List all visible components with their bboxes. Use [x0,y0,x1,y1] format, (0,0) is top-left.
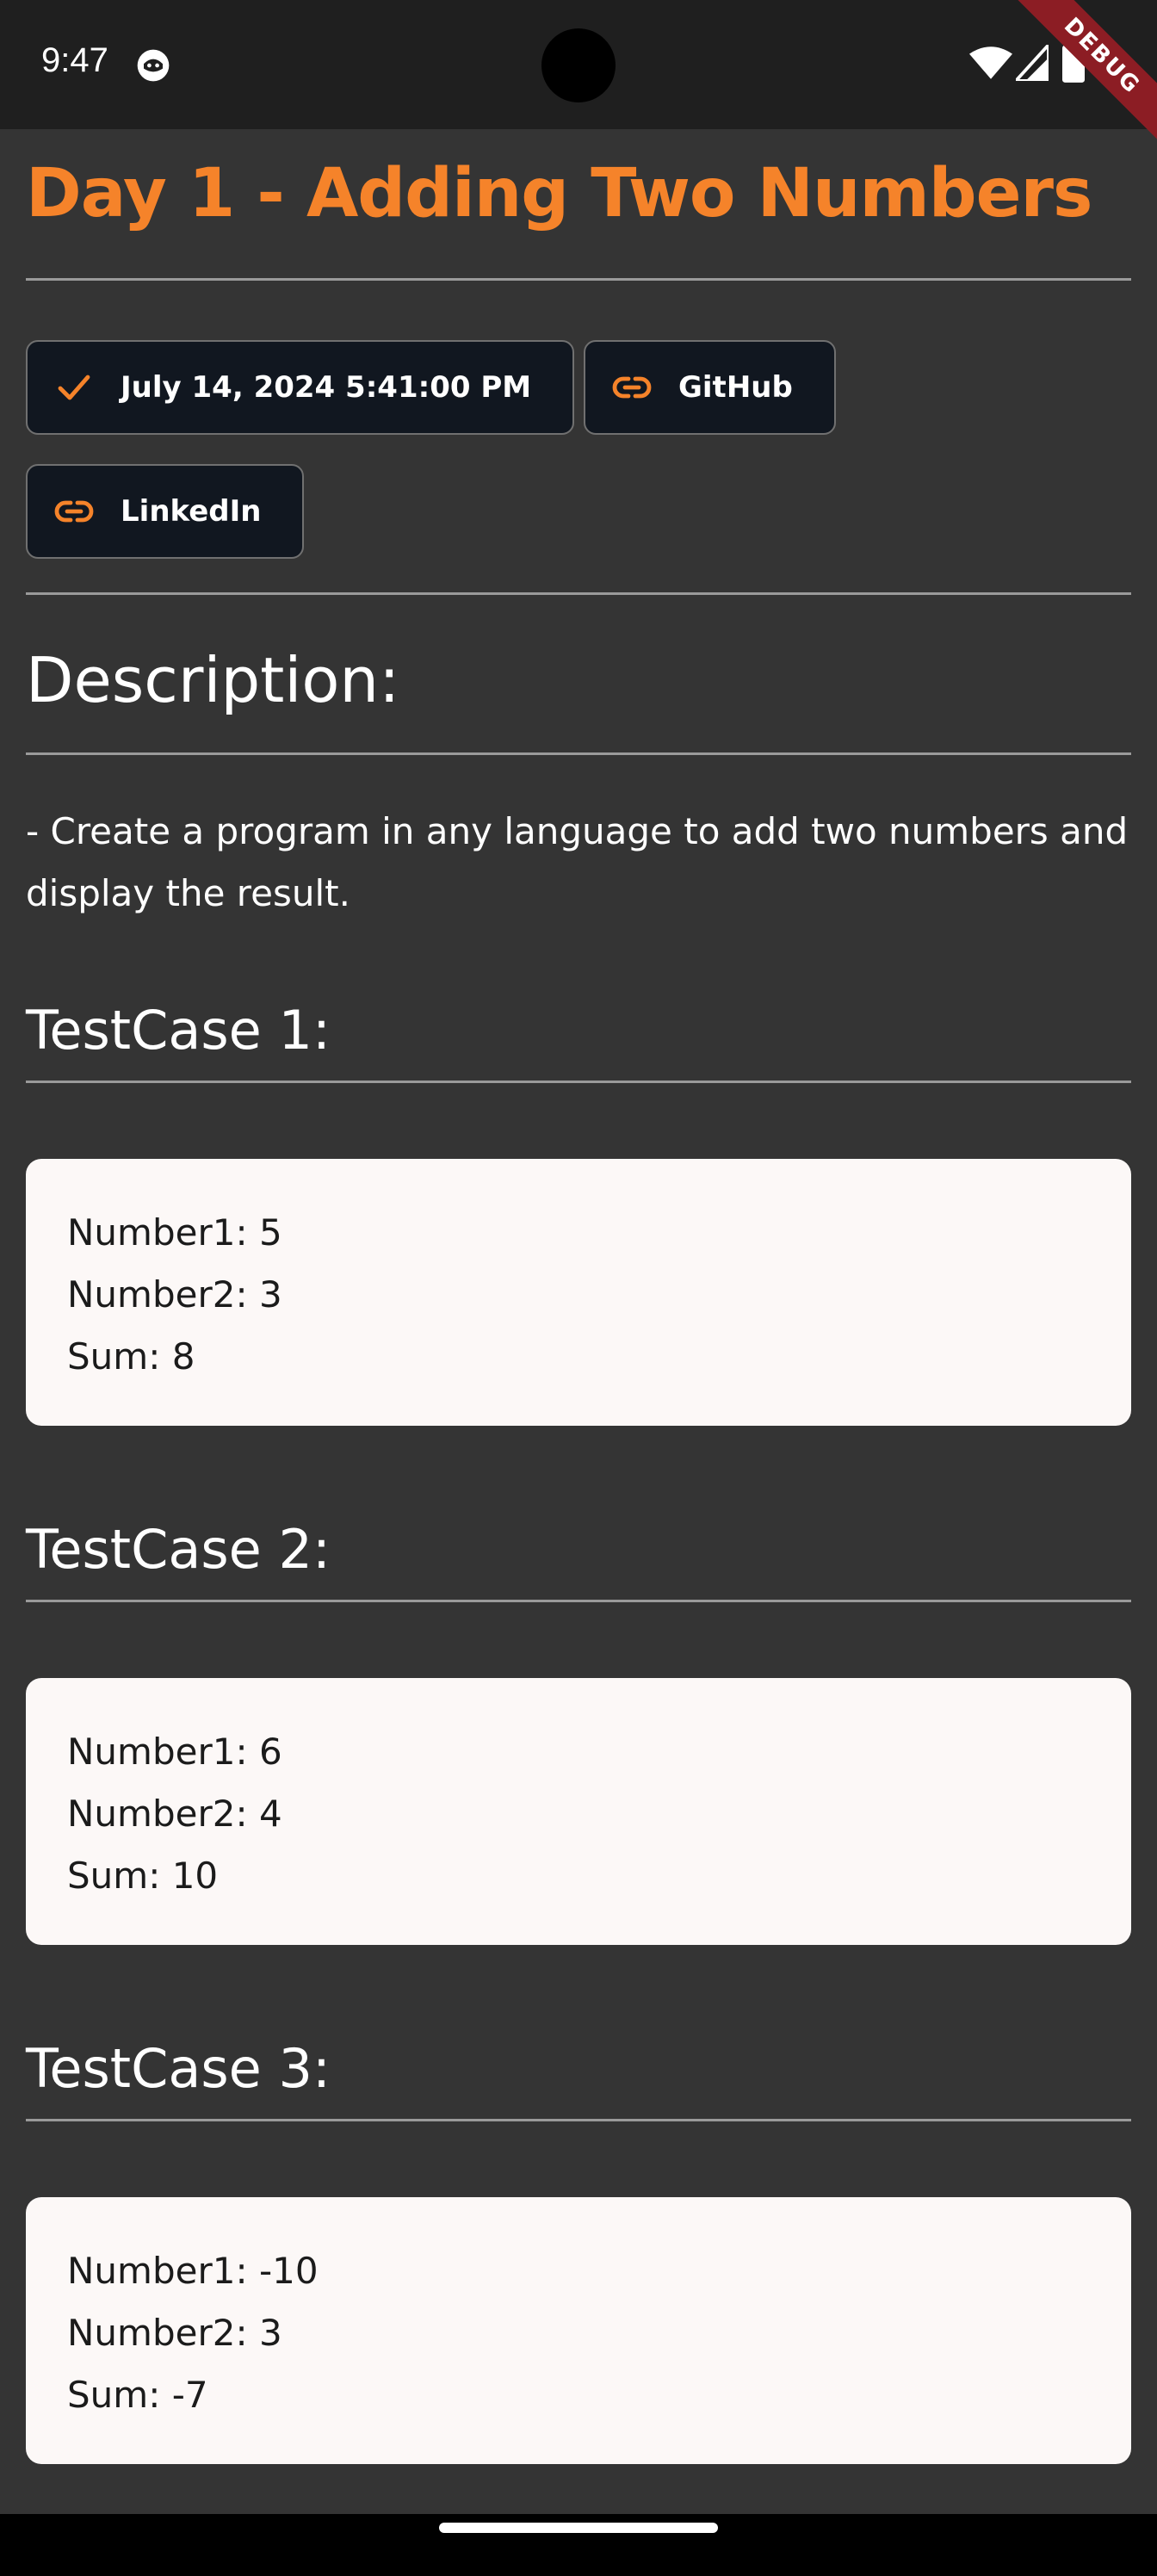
description-text: - Create a program in any language to ad… [26,810,1129,914]
linkedin-chip-label: LinkedIn [121,494,262,529]
testcase-number2: Number2: 3 [67,1273,282,1316]
testcase-sum: Sum: -7 [67,2374,208,2416]
testcase-divider [26,2119,1131,2121]
testcase-title: TestCase 2: [26,1518,331,1581]
github-chip[interactable]: GitHub [584,340,836,435]
status-time: 9:47 [41,41,108,79]
app-screen: 9:47 DEBUG Day 1 - Adding Two Numbers Ju… [0,0,1157,2576]
testcase-title: TestCase 3: [26,2037,331,2100]
testcase-number1: Number1: 5 [67,1211,282,1254]
testcase-number2: Number2: 4 [67,1793,282,1835]
testcase-card: Number1: -10 Number2: 3 Sum: -7 [26,2197,1131,2464]
title-divider [26,278,1131,281]
chips-divider [26,592,1131,595]
debug-banner: DEBUG [1011,0,1157,146]
check-icon [58,375,90,400]
github-chip-label: GitHub [678,370,793,405]
debug-banner-label: DEBUG [1011,0,1157,146]
date-chip[interactable]: July 14, 2024 5:41:00 PM [26,340,575,435]
link-icon [612,376,652,399]
testcase-number1: Number1: -10 [67,2250,319,2292]
status-bar: 9:47 DEBUG [0,0,1157,146]
wifi-icon [969,46,1012,79]
testcase-title: TestCase 1: [26,999,331,1062]
linkedin-chip[interactable]: LinkedIn [26,464,305,559]
testcase-card: Number1: 5 Number2: 3 Sum: 8 [26,1159,1131,1426]
testcase-divider [26,1600,1131,1602]
testcase-divider [26,1081,1131,1083]
app-notification-icon [137,49,170,82]
date-chip-label: July 14, 2024 5:41:00 PM [121,370,532,405]
description-divider [26,752,1131,755]
testcase-sum: Sum: 8 [67,1335,195,1378]
testcase-sum: Sum: 10 [67,1855,219,1897]
description-heading: Description: [26,644,400,716]
testcase-number2: Number2: 3 [67,2312,282,2354]
home-indicator[interactable] [439,2523,718,2533]
camera-cutout [541,28,616,102]
testcase-card: Number1: 6 Number2: 4 Sum: 10 [26,1678,1131,1945]
link-icon [54,500,94,523]
page-title: Day 1 - Adding Two Numbers [26,155,1092,232]
testcase-number1: Number1: 6 [67,1731,282,1773]
